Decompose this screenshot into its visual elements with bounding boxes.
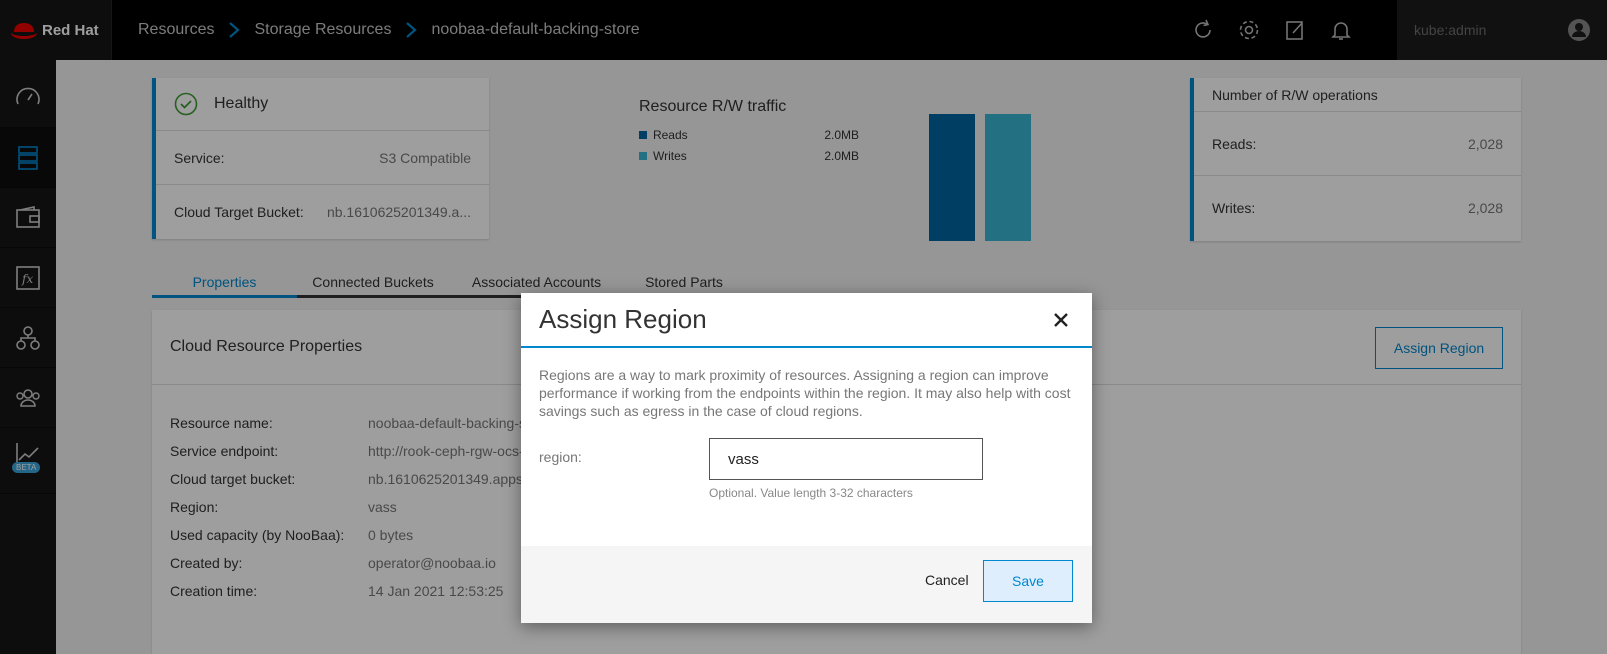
modal-header: Assign Region — [521, 293, 1092, 348]
modal-body: Regions are a way to mark proximity of r… — [521, 348, 1092, 508]
modal-footer: Cancel Save — [521, 546, 1092, 623]
save-button[interactable]: Save — [983, 560, 1073, 602]
cancel-button[interactable]: Cancel — [925, 572, 969, 588]
assign-region-modal: Assign Region Regions are a way to mark … — [521, 293, 1092, 623]
region-input[interactable] — [709, 438, 983, 480]
modal-description: Regions are a way to mark proximity of r… — [539, 367, 1071, 419]
modal-title: Assign Region — [539, 304, 707, 334]
region-form-row: region: Optional. Value length 3-32 char… — [539, 438, 1074, 508]
region-hint: Optional. Value length 3-32 characters — [709, 486, 913, 500]
region-label: region: — [539, 449, 582, 465]
close-icon[interactable] — [1052, 311, 1070, 329]
